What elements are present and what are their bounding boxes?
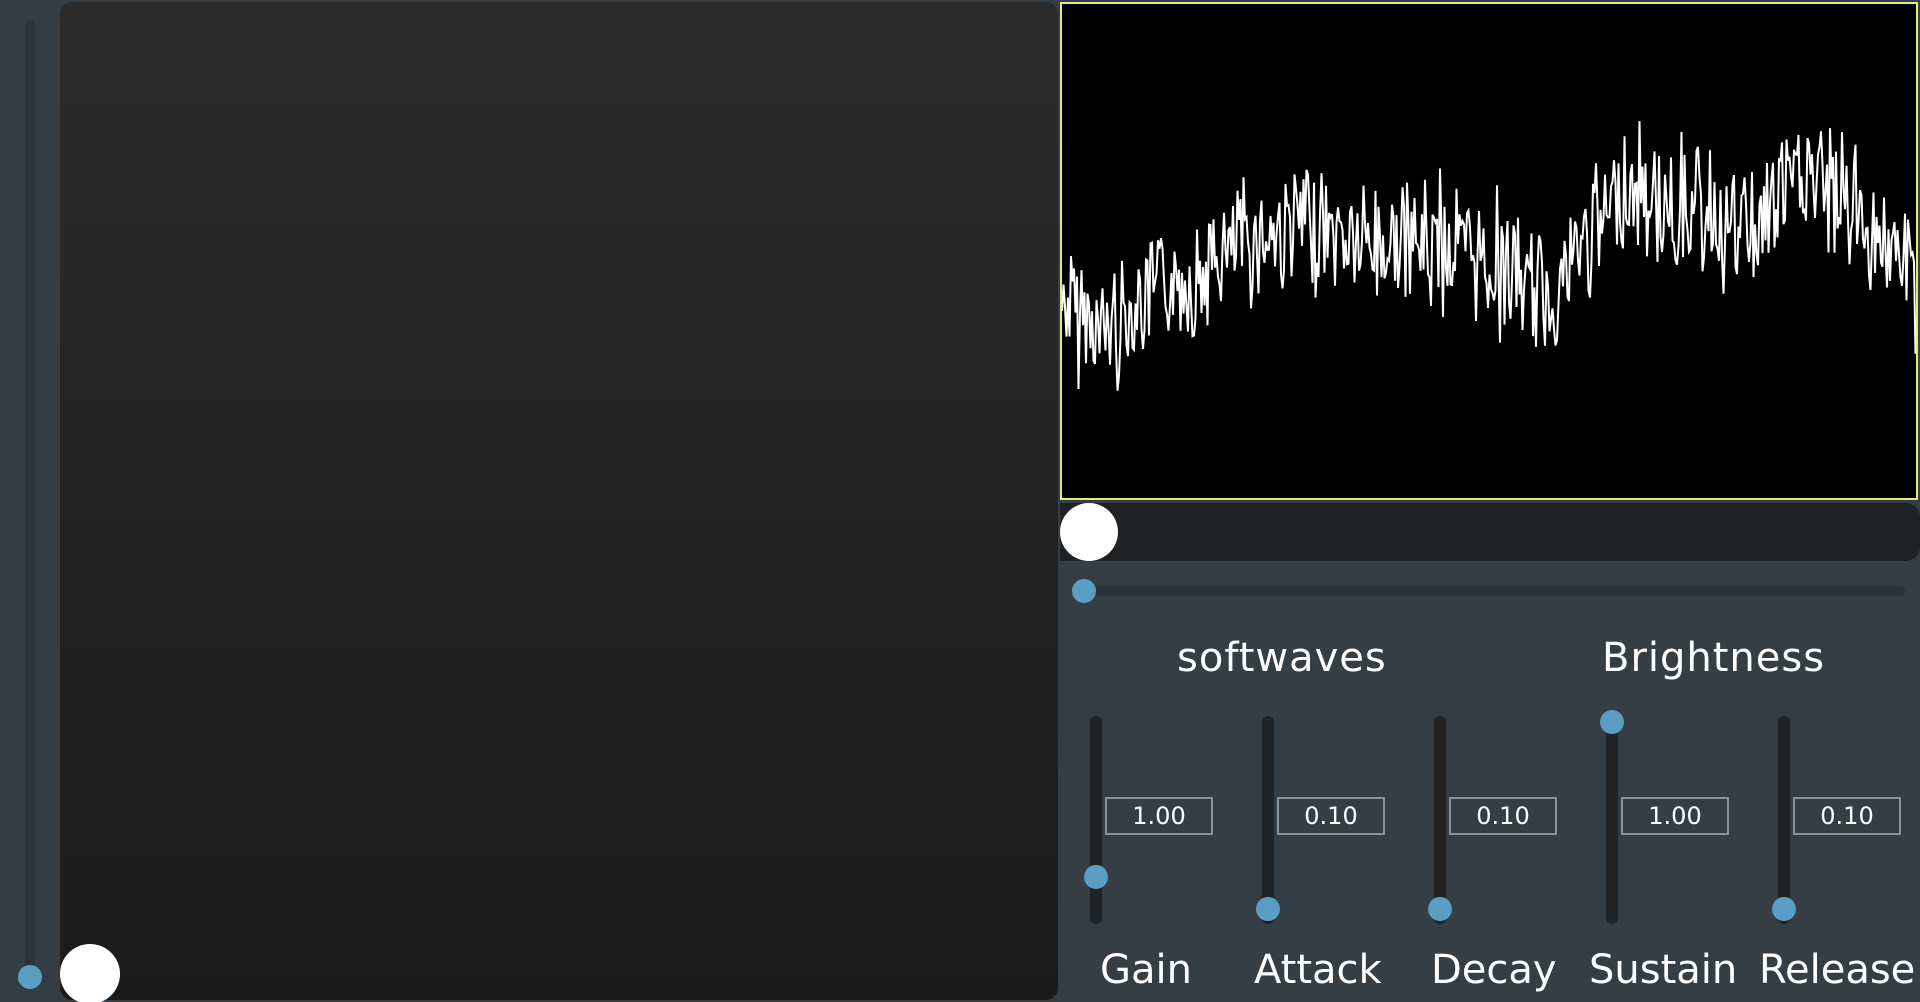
gain-value-box[interactable]: 1.00 <box>1105 797 1213 835</box>
release-label: Release <box>1759 947 1916 993</box>
decay-value-box[interactable]: 0.10 <box>1449 797 1557 835</box>
scrub-slider-thumb[interactable] <box>1072 579 1096 603</box>
sustain-slider-track[interactable] <box>1606 716 1618 924</box>
brightness-label: Brightness <box>1602 635 1826 681</box>
decay-slider-track[interactable] <box>1434 716 1446 924</box>
xy-pad-thumb[interactable] <box>60 944 120 1002</box>
sustain-label: Sustain <box>1589 947 1738 993</box>
attack-control: 0.10 Attack <box>1242 710 1414 1002</box>
release-value-box[interactable]: 0.10 <box>1793 797 1901 835</box>
position-slider[interactable] <box>1060 503 1920 561</box>
sustain-slider-thumb[interactable] <box>1600 710 1624 734</box>
attack-value-box[interactable]: 0.10 <box>1277 797 1385 835</box>
decay-slider-thumb[interactable] <box>1428 897 1452 921</box>
scrub-slider[interactable] <box>1072 579 1905 603</box>
gain-slider-track[interactable] <box>1090 716 1102 924</box>
waveform-display <box>1060 2 1918 500</box>
decay-control: 0.10 Decay <box>1414 710 1586 1002</box>
release-control: 0.10 Release <box>1758 710 1920 1002</box>
left-vertical-slider[interactable] <box>0 0 60 1002</box>
waveform-plot <box>1062 121 1916 391</box>
gain-control: 1.00 Gain <box>1070 710 1242 1002</box>
sustain-value-box[interactable]: 1.00 <box>1621 797 1729 835</box>
position-slider-thumb[interactable] <box>1060 503 1118 561</box>
attack-label: Attack <box>1254 947 1382 993</box>
sustain-control: 1.00 Sustain <box>1586 710 1758 1002</box>
gain-slider-thumb[interactable] <box>1084 865 1108 889</box>
attack-slider-thumb[interactable] <box>1256 897 1280 921</box>
left-slider-track[interactable] <box>25 20 35 980</box>
release-slider-thumb[interactable] <box>1772 897 1796 921</box>
waveform-line <box>1062 121 1916 391</box>
decay-label: Decay <box>1431 947 1557 993</box>
xy-pad[interactable] <box>60 2 1058 1002</box>
left-slider-thumb[interactable] <box>18 965 42 989</box>
release-slider-track[interactable] <box>1778 716 1790 924</box>
attack-slider-track[interactable] <box>1262 716 1274 924</box>
gain-label: Gain <box>1100 947 1192 993</box>
synth-app: softwaves Brightness 1.00 Gain 0.10 Atta… <box>0 0 1920 1002</box>
synth-name-label: softwaves <box>1177 635 1387 681</box>
